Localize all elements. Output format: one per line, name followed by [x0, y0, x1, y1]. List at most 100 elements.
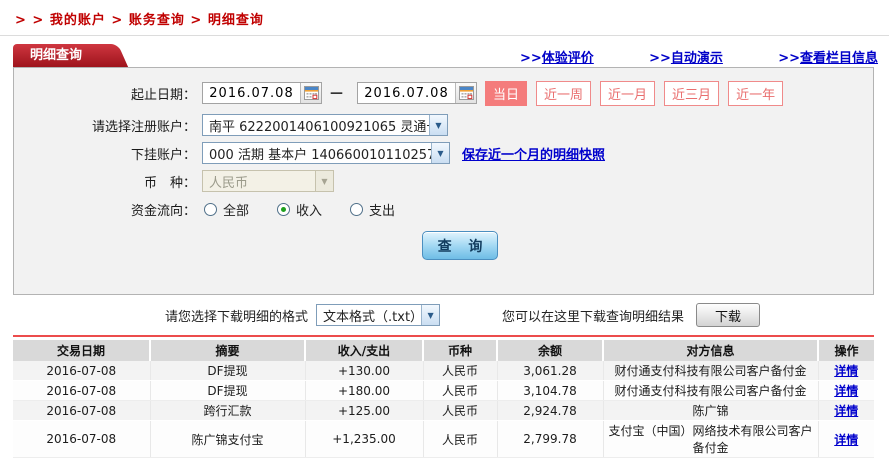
- header-divider: [0, 35, 889, 36]
- tab-detail-query[interactable]: 明细查询: [13, 44, 109, 67]
- detail-link[interactable]: 详情: [834, 404, 858, 418]
- auto-demo-link[interactable]: >>自动演示: [649, 47, 723, 66]
- cell-counterparty: 财付通支付科技有限公司客户备付金: [603, 361, 819, 381]
- experience-rating-link[interactable]: >>体验评价: [520, 47, 594, 66]
- date-range-row: 起止日期： — 当日 近一周 近一月 近三月 近一年: [14, 80, 873, 106]
- sub-account-row: 下挂账户： 000 活期 基本户 1406600101102571848 ▼ 保…: [14, 141, 873, 165]
- breadcrumb-item-account-query[interactable]: 账务查询: [129, 13, 185, 28]
- cell-summary: DF提现: [150, 380, 306, 401]
- breadcrumb-item-my-account[interactable]: 我的账户: [50, 13, 106, 28]
- table-header-row: 交易日期 摘要 收入/支出 币种 余额 对方信息 操作: [13, 340, 874, 361]
- download-format-label: 请您选择下载明细的格式: [165, 309, 309, 325]
- cell-currency: 人民币: [423, 400, 498, 421]
- cell-balance: 3,061.28: [497, 361, 604, 381]
- cell-amount: +130.00: [305, 361, 424, 381]
- cell-date: 2016-07-08: [13, 420, 151, 458]
- cell-amount: +125.00: [305, 400, 424, 421]
- link-label: 查看栏目信息: [799, 51, 878, 66]
- cell-summary: DF提现: [150, 361, 306, 381]
- detail-link[interactable]: 详情: [834, 384, 858, 398]
- quick-range-3months-button[interactable]: 近三月: [664, 80, 720, 106]
- cell-date: 2016-07-08: [13, 400, 151, 421]
- flow-option-all[interactable]: 全部: [204, 200, 249, 219]
- cell-counterparty: 财付通支付科技有限公司客户备付金: [603, 380, 819, 401]
- chevron-down-icon: ▼: [315, 171, 333, 191]
- currency-label: 币 种：: [143, 175, 196, 191]
- sub-account-value: 000 活期 基本户 1406600101102571848: [209, 147, 431, 163]
- column-info-link[interactable]: >>查看栏目信息: [778, 47, 878, 66]
- link-label: 自动演示: [670, 51, 723, 66]
- download-format-value: 文本格式（.txt）: [323, 309, 422, 325]
- fund-flow-row: 资金流向： 全部 收入 支出: [14, 197, 873, 221]
- cell-amount: +180.00: [305, 380, 424, 401]
- radio-icon[interactable]: [204, 202, 217, 216]
- flow-option-expense[interactable]: 支出: [350, 200, 395, 219]
- calendar-icon[interactable]: [455, 83, 476, 103]
- end-date-input[interactable]: [358, 85, 455, 101]
- chevron-down-icon: ▼: [421, 305, 440, 325]
- cell-currency: 人民币: [423, 380, 498, 401]
- quick-range-today-button[interactable]: 当日: [485, 80, 528, 106]
- sub-account-select[interactable]: 000 活期 基本户 1406600101102571848 ▼: [202, 142, 450, 164]
- calendar-icon[interactable]: [300, 83, 321, 103]
- breadcrumb-separator: >: [111, 13, 124, 28]
- link-arrows: >>: [520, 51, 542, 66]
- currency-row: 币 种： 人民币 ▼: [14, 169, 873, 193]
- breadcrumb-separator: >: [190, 13, 203, 28]
- breadcrumb-item-detail-query[interactable]: 明细查询: [208, 13, 264, 28]
- header-amount: 收入/支出: [305, 340, 424, 361]
- detail-link[interactable]: 详情: [834, 433, 858, 447]
- breadcrumb-prefix: > >: [15, 13, 45, 28]
- start-date-input[interactable]: [203, 85, 300, 101]
- register-account-row: 请选择注册账户： 南平 6222001406100921065 灵通卡 ▼: [14, 113, 873, 137]
- radio-icon[interactable]: [350, 202, 364, 216]
- cell-balance: 3,104.78: [497, 380, 604, 401]
- cell-currency: 人民币: [423, 361, 498, 381]
- download-row: 请您选择下载明细的格式 文本格式（.txt） ▼ 您可以在这里下载查询明细结果 …: [165, 302, 878, 328]
- quick-range-year-button[interactable]: 近一年: [728, 80, 784, 106]
- register-account-value: 南平 6222001406100921065 灵通卡: [209, 119, 429, 135]
- radio-checked-icon[interactable]: [277, 202, 291, 216]
- flow-option-income[interactable]: 收入: [277, 200, 322, 219]
- query-button[interactable]: 查 询: [422, 231, 498, 260]
- link-arrows: >>: [649, 51, 671, 66]
- header-counterparty: 对方信息: [603, 340, 819, 361]
- cell-currency: 人民币: [423, 420, 498, 458]
- cell-summary: 跨行汇款: [150, 400, 306, 421]
- table-row: 2016-07-08 跨行汇款 +125.00 人民币 2,924.78 陈广锦…: [13, 400, 874, 421]
- detail-link[interactable]: 详情: [834, 364, 858, 378]
- header-summary: 摘要: [150, 340, 306, 361]
- quick-range-week-button[interactable]: 近一周: [536, 80, 592, 106]
- table-row: 2016-07-08 DF提现 +180.00 人民币 3,104.78 财付通…: [13, 380, 874, 401]
- flow-option-label: 收入: [296, 203, 323, 219]
- cell-counterparty: 陈广锦: [603, 400, 819, 421]
- chevron-down-icon: ▼: [429, 115, 447, 135]
- start-date-field: [202, 82, 322, 104]
- date-range-dash: —: [330, 85, 343, 101]
- table-row: 2016-07-08 陈广锦支付宝 +1,235.00 人民币 2,799.78…: [13, 420, 874, 458]
- date-range-label: 起止日期：: [130, 87, 196, 103]
- save-snapshot-link[interactable]: 保存近一个月的明细快照: [462, 144, 605, 163]
- page-title: 明细查询: [13, 44, 109, 67]
- link-arrows: >>: [778, 51, 800, 66]
- transactions-table: 交易日期 摘要 收入/支出 币种 余额 对方信息 操作 2016-07-08 D…: [13, 340, 874, 458]
- query-form-panel: 起止日期： — 当日 近一周 近一月 近三月 近一年 请选择注册账户： 南平 6…: [13, 67, 874, 295]
- header-currency: 币种: [423, 340, 498, 361]
- register-account-select[interactable]: 南平 6222001406100921065 灵通卡 ▼: [202, 114, 448, 136]
- currency-value: 人民币: [209, 175, 249, 191]
- end-date-field: [357, 82, 477, 104]
- table-top-divider: [13, 335, 874, 337]
- sub-account-label: 下挂账户：: [130, 147, 196, 163]
- cell-counterparty: 支付宝（中国）网络技术有限公司客户备付金: [603, 420, 819, 458]
- breadcrumb: > > 我的账户 > 账务查询 > 明细查询: [15, 9, 264, 28]
- header-date: 交易日期: [13, 340, 151, 361]
- download-button[interactable]: 下载: [696, 303, 761, 327]
- flow-option-label: 支出: [369, 203, 396, 219]
- top-links: >>体验评价 >>自动演示 >>查看栏目信息: [520, 47, 878, 66]
- cell-balance: 2,799.78: [497, 420, 604, 458]
- header-action: 操作: [818, 340, 874, 361]
- fund-flow-options: 全部 收入 支出: [204, 200, 423, 219]
- download-format-select[interactable]: 文本格式（.txt） ▼: [316, 304, 441, 326]
- fund-flow-label: 资金流向：: [130, 203, 196, 219]
- quick-range-month-button[interactable]: 近一月: [600, 80, 656, 106]
